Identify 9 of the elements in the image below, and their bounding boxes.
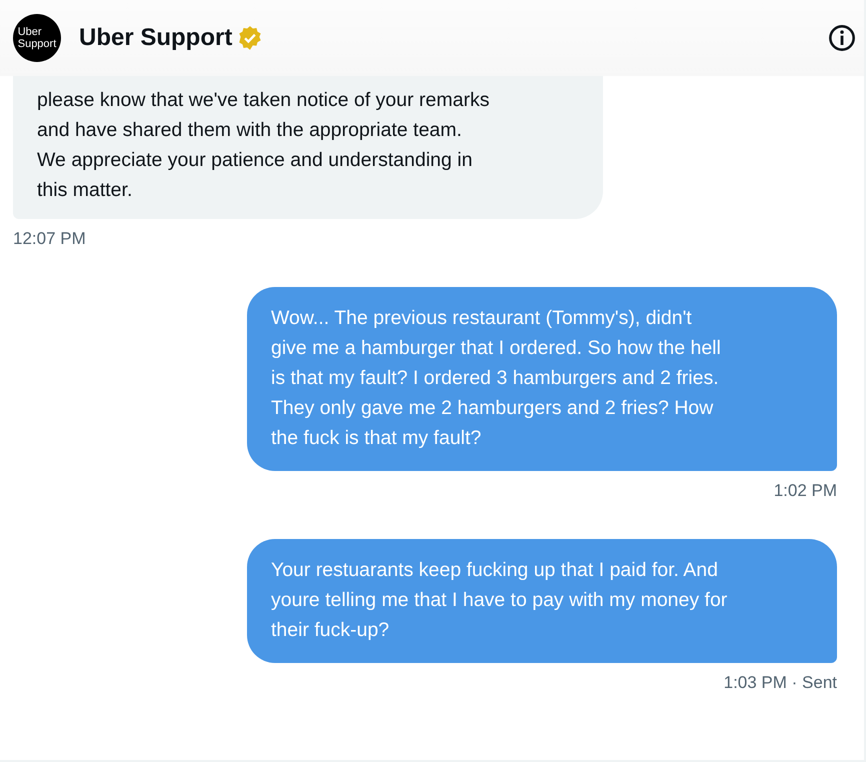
message-time: 1:02 PM (774, 481, 837, 501)
message-bubble: Your restuarants keep fucking up that I paid for. And youre telling me that I have to pay with my money for their fuck-up? (247, 539, 837, 663)
message-time: 12:07 PM (13, 229, 86, 249)
avatar[interactable]: Uber Support (13, 14, 61, 62)
info-icon[interactable] (828, 24, 856, 52)
contact-name: Uber Support (79, 24, 232, 52)
message-bubble: Wow... The previous restaurant (Tommy's), didn't give me a hamburger that I ordered. So how the hell is that my fault? I ordered 3 hamburgers and 2 fries. They only gave me 2 hamburgers and 2 fries? How the fuck is that my fault? (247, 287, 837, 471)
message-time: 1:03 PM · Sent (724, 673, 837, 693)
message-bubble: please know that we've taken notice of your remarks and have shared them with the appropriate team. We appreciate your patience and understanding in this matter. (13, 76, 603, 219)
